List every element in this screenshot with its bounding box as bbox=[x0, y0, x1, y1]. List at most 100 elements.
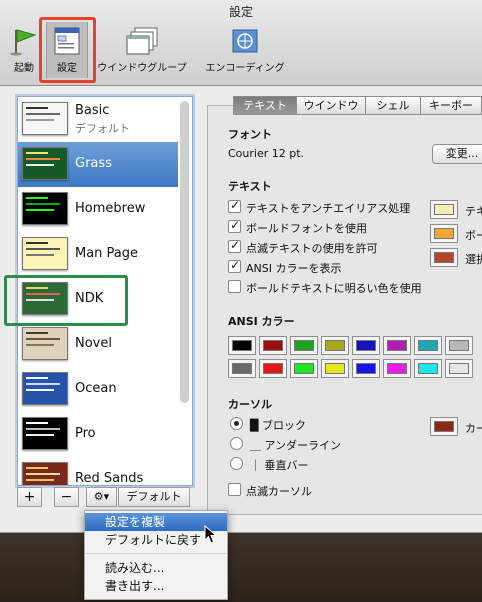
menu-item-import[interactable]: 読み込む... bbox=[85, 559, 227, 577]
toolbar-window-groups-label: ウインドウグループ bbox=[97, 63, 187, 74]
profile-name: Red Sands bbox=[75, 471, 144, 486]
settings-highlight-frame bbox=[39, 17, 96, 83]
remove-profile-button[interactable]: − bbox=[54, 487, 79, 507]
toolbar-encoding[interactable]: エンコーディング bbox=[198, 22, 292, 78]
ndk-highlight-frame bbox=[4, 275, 128, 326]
bold-text-color-label: ボー bbox=[465, 229, 482, 242]
profile-thumbnail-ocean bbox=[22, 372, 68, 405]
bold-font-label: ボールドフォントを使用 bbox=[246, 222, 367, 235]
ansi-color-well[interactable] bbox=[414, 359, 442, 378]
ansi-color-well[interactable] bbox=[321, 359, 349, 378]
flag-icon bbox=[10, 29, 37, 56]
ansi-color-well[interactable] bbox=[445, 336, 473, 355]
profile-row-man-page[interactable]: Man Page bbox=[18, 232, 178, 277]
toolbar-window-groups[interactable]: ウインドウグループ bbox=[92, 22, 192, 78]
cursor-bar-radio[interactable] bbox=[230, 457, 243, 470]
profile-thumbnail-grass bbox=[22, 147, 68, 180]
profile-row-ocean[interactable]: Ocean bbox=[18, 367, 178, 412]
menu-separator bbox=[85, 553, 227, 554]
cursor-underline-label: ＿ アンダーライン bbox=[250, 439, 342, 452]
tab-window[interactable]: ウインドウ bbox=[296, 96, 366, 115]
cursor-block-radio[interactable] bbox=[230, 417, 243, 430]
blink-cursor-label: 点滅カーソル bbox=[246, 485, 312, 498]
profile-name: Pro bbox=[75, 426, 96, 441]
profile-name: Basic bbox=[75, 103, 110, 118]
gear-context-menu: 設定を複製 デフォルトに戻す 読み込む... 書き出す... bbox=[84, 510, 228, 600]
cursor-color-well[interactable] bbox=[430, 417, 458, 436]
ansi-color-well[interactable] bbox=[321, 336, 349, 355]
blink-cursor-checkbox[interactable] bbox=[228, 483, 241, 496]
ansi-color-well[interactable] bbox=[352, 336, 380, 355]
cursor-bar-label: ｜ 垂直バー bbox=[250, 459, 309, 472]
set-default-button[interactable]: デフォルト bbox=[118, 487, 190, 507]
toolbar-encoding-label: エンコーディング bbox=[205, 63, 285, 74]
menu-item-export[interactable]: 書き出す... bbox=[85, 577, 227, 595]
cursor-color-label: カー bbox=[465, 422, 482, 435]
text-color-label: テキ bbox=[465, 205, 482, 218]
profile-thumbnail-basic bbox=[22, 102, 68, 135]
profile-thumbnail-novel bbox=[22, 327, 68, 360]
profile-thumbnail-red-sands bbox=[22, 462, 68, 485]
profile-thumbnail-man-page bbox=[22, 237, 68, 270]
ansi-color-checkbox[interactable] bbox=[228, 258, 241, 273]
ansi-color-label: ANSI カラーを表示 bbox=[246, 262, 342, 275]
tab-keyboard[interactable]: キーボー bbox=[420, 96, 482, 115]
cursor-heading: カーソル bbox=[228, 398, 272, 411]
blink-text-label: 点滅テキストの使用を許可 bbox=[246, 242, 378, 255]
bright-bold-checkbox[interactable] bbox=[228, 280, 241, 293]
preferences-window: 設定 起動 設定 ウインドウグループ エンコーディング Basic デフォルト … bbox=[0, 0, 482, 533]
profile-name: Grass bbox=[75, 156, 112, 171]
profile-row-basic[interactable]: Basic デフォルト bbox=[18, 97, 178, 142]
profile-name: Novel bbox=[75, 336, 112, 351]
antialias-label: テキストをアンチエイリアス処理 bbox=[246, 202, 411, 215]
ansi-color-well[interactable] bbox=[259, 359, 287, 378]
font-value: Courier 12 pt. bbox=[228, 147, 305, 160]
profile-thumbnail-homebrew bbox=[22, 192, 68, 225]
window-group-icon bbox=[126, 27, 158, 55]
antialias-checkbox[interactable] bbox=[228, 198, 241, 213]
ansi-color-well[interactable] bbox=[352, 359, 380, 378]
tab-text[interactable]: テキスト bbox=[233, 96, 297, 115]
tab-shell[interactable]: シェル bbox=[365, 96, 421, 115]
mouse-pointer-icon bbox=[204, 525, 218, 544]
profile-thumbnail-pro bbox=[22, 417, 68, 450]
ansi-color-well[interactable] bbox=[290, 359, 318, 378]
selection-color-label: 選択 bbox=[465, 253, 482, 266]
ansi-color-well[interactable] bbox=[383, 359, 411, 378]
ansi-color-well[interactable] bbox=[383, 336, 411, 355]
bold-text-color-well[interactable] bbox=[430, 224, 458, 243]
profile-name: Ocean bbox=[75, 381, 117, 396]
ansi-heading: ANSI カラー bbox=[228, 315, 295, 328]
cursor-block-label: █ ブロック bbox=[250, 419, 306, 432]
profile-name: Homebrew bbox=[75, 201, 146, 216]
globe-flag-icon bbox=[232, 29, 258, 53]
toolbar-startup-label: 起動 bbox=[14, 63, 34, 74]
ansi-color-well[interactable] bbox=[445, 359, 473, 378]
profile-name: Man Page bbox=[75, 246, 139, 261]
bright-bold-label: ボールドテキストに明るい色を使用 bbox=[246, 282, 422, 295]
bold-font-checkbox[interactable] bbox=[228, 218, 241, 233]
ansi-color-well[interactable] bbox=[290, 336, 318, 355]
ansi-color-well[interactable] bbox=[259, 336, 287, 355]
profile-row-grass[interactable]: Grass bbox=[18, 142, 178, 187]
cursor-underline-radio[interactable] bbox=[230, 437, 243, 450]
blink-text-checkbox[interactable] bbox=[228, 238, 241, 253]
ansi-color-well[interactable] bbox=[228, 336, 256, 355]
toolbar-startup[interactable]: 起動 bbox=[4, 22, 44, 78]
profile-row-pro[interactable]: Pro bbox=[18, 412, 178, 457]
ansi-color-well[interactable] bbox=[228, 359, 256, 378]
profile-row-red-sands[interactable]: Red Sands bbox=[18, 457, 178, 486]
text-heading: テキスト bbox=[228, 180, 272, 193]
text-color-well[interactable] bbox=[430, 200, 458, 219]
font-heading: フォント bbox=[228, 128, 272, 141]
add-profile-button[interactable]: + bbox=[17, 487, 42, 507]
selection-color-well[interactable] bbox=[430, 248, 458, 267]
profile-default-badge: デフォルト bbox=[75, 122, 130, 135]
ansi-color-well[interactable] bbox=[414, 336, 442, 355]
profile-row-homebrew[interactable]: Homebrew bbox=[18, 187, 178, 232]
profile-list-scrollbar[interactable] bbox=[180, 101, 189, 403]
settings-panel: フォント Courier 12 pt. 変更... テキスト テキストをアンチエ… bbox=[207, 105, 482, 515]
gear-menu-button[interactable]: ⚙▾ bbox=[86, 487, 117, 507]
change-font-button[interactable]: 変更... bbox=[432, 144, 482, 164]
profile-row-novel[interactable]: Novel bbox=[18, 322, 178, 367]
